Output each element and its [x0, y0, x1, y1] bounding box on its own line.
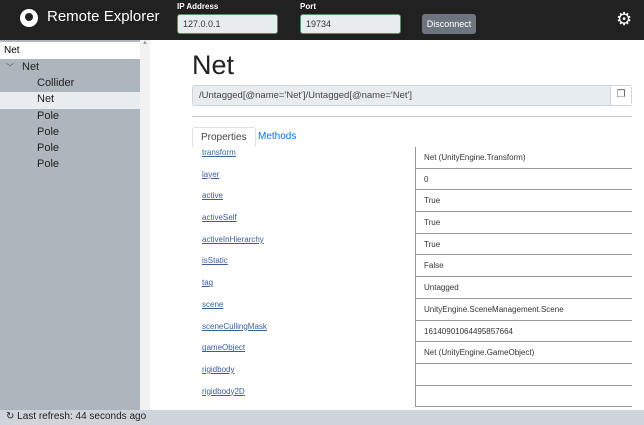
property-row: isStatic False: [192, 255, 632, 278]
properties-list: transform Net (UnityEngine.Transform) laye…: [192, 147, 632, 408]
property-value[interactable]: 0: [415, 168, 632, 191]
property-name-link[interactable]: activeInHierarchy: [202, 235, 264, 244]
property-value[interactable]: 16140901064495857664: [415, 320, 632, 343]
divider: [192, 116, 632, 117]
tab-methods[interactable]: Methods: [250, 127, 304, 147]
settings-gear-icon[interactable]: ⚙: [616, 9, 632, 30]
property-row: tag Untagged: [192, 277, 632, 299]
property-value[interactable]: True: [415, 190, 632, 213]
property-row: gameObject Net (UnityEngine.GameObject): [192, 342, 632, 364]
object-title: Net: [192, 50, 235, 80]
property-name-link[interactable]: gameObject: [202, 343, 245, 352]
object-path-text: /Untagged[@name='Net']/Untagged[@name='N…: [199, 90, 412, 101]
top-bar: Remote Explorer IP Address Port Disconne…: [0, 0, 644, 40]
port-label: Port: [300, 2, 316, 11]
property-row: sceneCullingMask 16140901064495857664: [192, 320, 632, 343]
tree-item[interactable]: Collider: [0, 76, 140, 92]
property-row: layer 0: [192, 168, 632, 191]
logo-icon: [20, 9, 38, 27]
property-name-link[interactable]: tag: [202, 278, 213, 287]
tree-item-net-root[interactable]: ﹀ Net: [0, 60, 140, 76]
port-input[interactable]: [300, 14, 401, 34]
property-value[interactable]: Net (UnityEngine.GameObject): [415, 342, 632, 364]
chevron-down-icon[interactable]: ﹀: [6, 63, 14, 72]
tree-item[interactable]: Pole: [0, 141, 140, 157]
property-name-link[interactable]: active: [202, 191, 223, 200]
property-value[interactable]: True: [415, 212, 632, 234]
tree-item[interactable]: Pole: [0, 125, 140, 141]
object-path-field[interactable]: /Untagged[@name='Net']/Untagged[@name='N…: [192, 85, 632, 106]
property-value[interactable]: False: [415, 255, 632, 278]
property-row: transform Net (UnityEngine.Transform): [192, 147, 632, 169]
disconnect-button[interactable]: Disconnect: [422, 14, 476, 34]
property-value[interactable]: Untagged: [415, 277, 632, 299]
status-bar: ↻ Last refresh: 44 seconds ago: [0, 410, 644, 425]
property-name-link[interactable]: rigidbody: [202, 365, 234, 374]
property-value[interactable]: UnityEngine.SceneManagement.Scene: [415, 298, 632, 321]
property-value[interactable]: [415, 363, 632, 386]
property-row: activeInHierarchy True: [192, 233, 632, 256]
property-name-link[interactable]: layer: [202, 170, 219, 179]
search-filter-input[interactable]: Net: [0, 42, 140, 59]
property-row: rigidbody2D: [192, 385, 632, 408]
ip-address-input[interactable]: [177, 14, 278, 34]
property-value[interactable]: Net (UnityEngine.Transform): [415, 147, 632, 169]
tab-properties[interactable]: Properties: [192, 127, 256, 147]
property-name-link[interactable]: transform: [202, 148, 236, 157]
property-row: scene UnityEngine.SceneManagement.Scene: [192, 298, 632, 321]
property-row: activeSelf True: [192, 212, 632, 234]
last-refresh-text: Last refresh: 44 seconds ago: [17, 411, 147, 422]
property-name-link[interactable]: activeSelf: [202, 213, 237, 222]
sidebar-scrollbar[interactable]: ▲: [140, 40, 150, 410]
ip-label: IP Address: [177, 2, 219, 11]
property-name-link[interactable]: scene: [202, 300, 223, 309]
scroll-up-arrow-icon[interactable]: ▲: [142, 40, 148, 46]
property-value[interactable]: [415, 385, 632, 408]
property-name-link[interactable]: rigidbody2D: [202, 387, 245, 396]
tree-item[interactable]: Pole: [0, 157, 140, 173]
property-row: rigidbody: [192, 363, 632, 386]
property-name-link[interactable]: isStatic: [202, 256, 228, 265]
property-name-link[interactable]: sceneCullingMask: [202, 322, 267, 331]
hierarchy-sidebar: Net ﹀ Net Collider Net Pole Pole Pole Pol…: [0, 40, 140, 410]
tree-item-selected[interactable]: Net: [0, 92, 140, 109]
refresh-icon[interactable]: ↻: [6, 411, 14, 422]
hierarchy-tree: ﹀ Net Collider Net Pole Pole Pole Pole: [0, 60, 140, 173]
app-title: Remote Explorer: [47, 8, 160, 25]
tree-item[interactable]: Pole: [0, 109, 140, 125]
copy-icon[interactable]: ❐: [610, 86, 631, 105]
property-value[interactable]: True: [415, 233, 632, 256]
property-row: active True: [192, 190, 632, 213]
tree-item-label: Net: [22, 61, 40, 73]
